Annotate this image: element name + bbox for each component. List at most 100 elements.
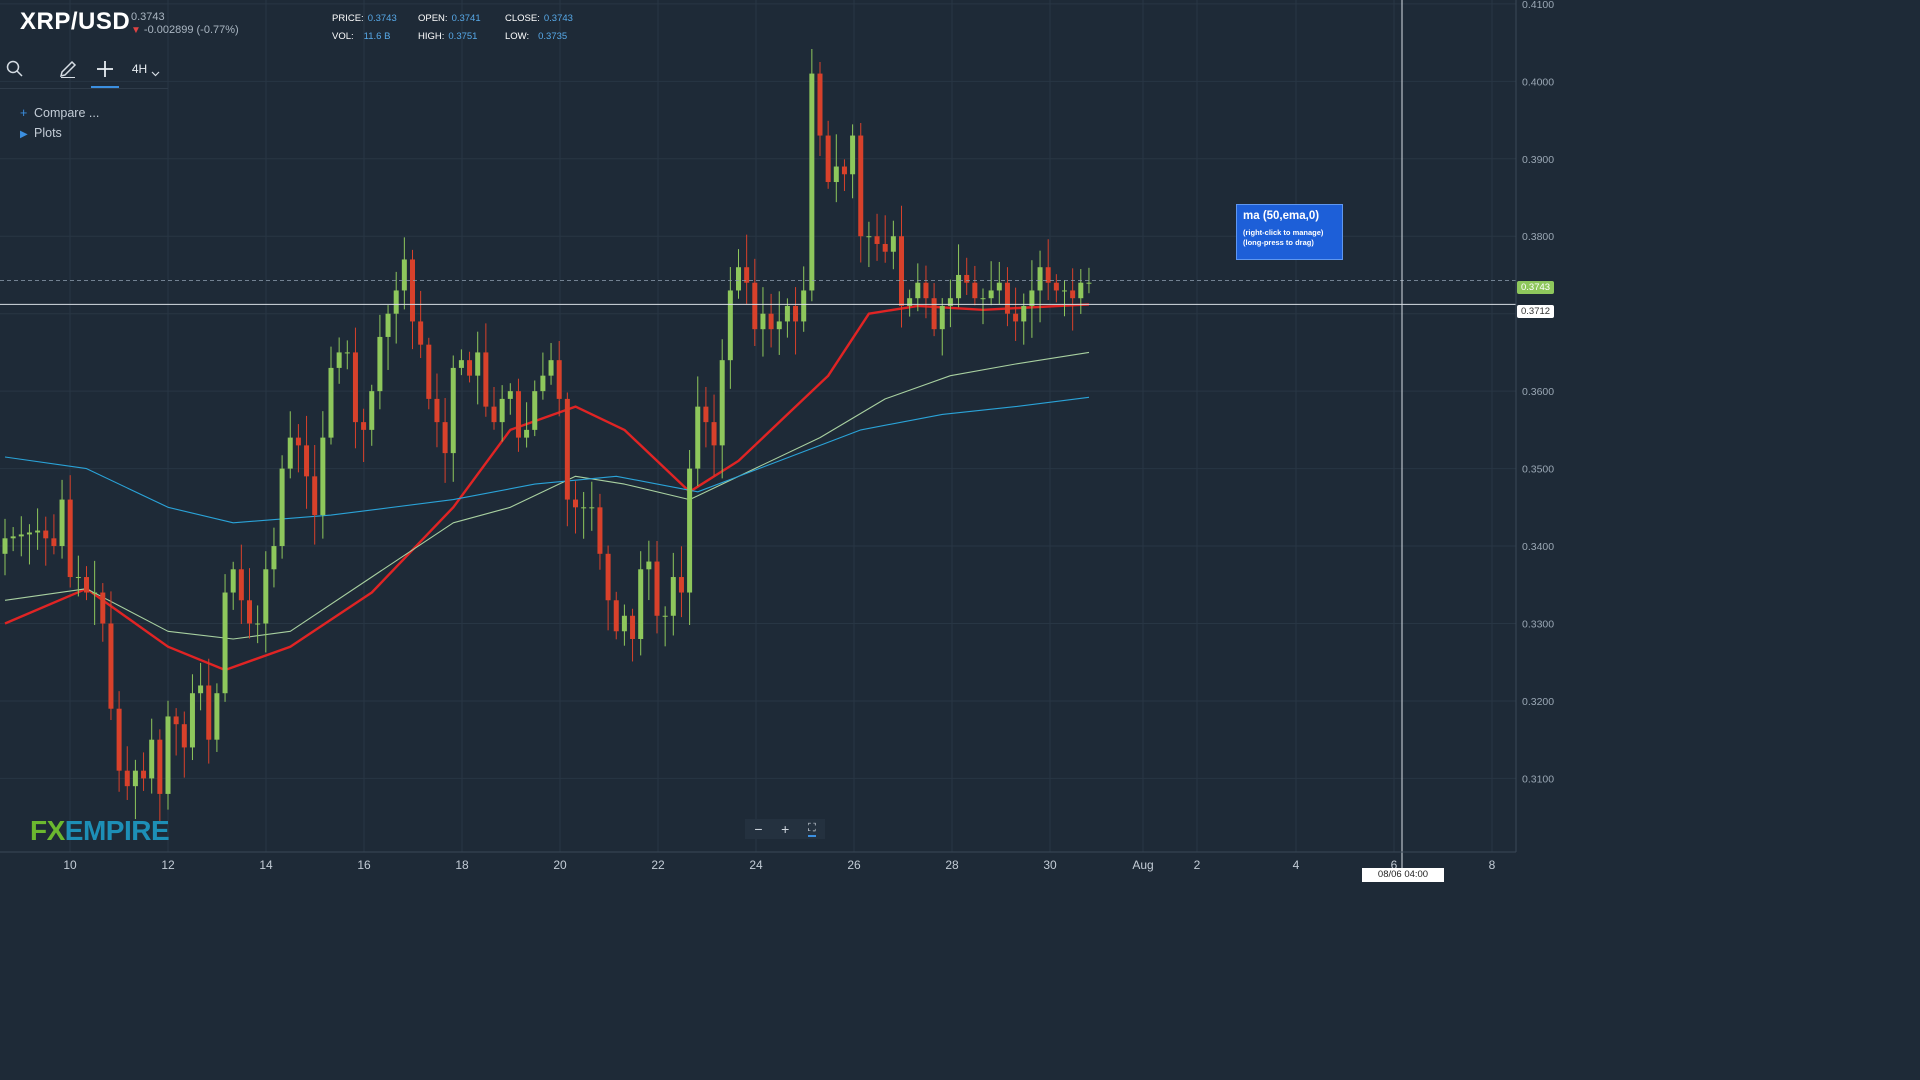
candle-body	[165, 716, 171, 794]
candle-body	[654, 561, 660, 616]
candle-body	[18, 534, 24, 537]
y-tick-label: 0.3400	[1522, 541, 1554, 553]
x-tick-label: 30	[1043, 858, 1057, 872]
candle-body	[890, 236, 896, 252]
candle-body	[923, 282, 929, 299]
candle-body	[776, 321, 782, 330]
candle-body	[222, 592, 228, 694]
y-tick-label: 0.3800	[1522, 231, 1554, 243]
candle-body	[393, 290, 399, 314]
candle-body	[1029, 290, 1035, 306]
candle-body	[43, 530, 49, 539]
candle-body	[597, 507, 603, 554]
stat-close: CLOSE: 0.3743	[505, 13, 573, 24]
candle-body	[287, 437, 293, 469]
candle-body	[630, 615, 636, 639]
x-tick-label: 18	[455, 858, 469, 872]
candle-body	[670, 577, 676, 616]
candle-body	[238, 569, 244, 601]
candle-body	[279, 468, 285, 547]
candle-body	[352, 352, 358, 423]
candle-body	[124, 770, 130, 787]
candle-body	[809, 73, 815, 291]
candle-body	[450, 367, 456, 454]
y-tick-label: 0.3100	[1522, 773, 1554, 785]
candle-body	[59, 499, 65, 547]
compare-button[interactable]: + Compare ...	[20, 103, 99, 123]
candle-body	[92, 592, 98, 594]
candle-body	[662, 615, 668, 617]
candle-body	[866, 236, 872, 238]
candle-body	[132, 770, 138, 787]
last-price-tag: 0.3743	[1517, 281, 1554, 294]
candlestick-series	[2, 49, 1092, 822]
zoom-out-button[interactable]: −	[754, 821, 762, 837]
candle-body	[198, 685, 204, 694]
candle-body	[817, 73, 823, 136]
fullscreen-icon[interactable]: ⛶	[807, 822, 816, 837]
candle-body	[51, 538, 57, 547]
candle-body	[84, 577, 89, 593]
y-tick-label: 0.3600	[1522, 386, 1554, 398]
timeframe-label: 4H	[131, 62, 148, 76]
y-tick-label: 0.3500	[1522, 464, 1554, 476]
candle-body	[458, 360, 464, 368]
candle-body	[564, 398, 570, 500]
candle-body	[157, 739, 163, 794]
candle-body	[833, 166, 839, 183]
candle-body	[581, 507, 587, 509]
candle-body	[1078, 282, 1084, 299]
candle-body	[401, 259, 407, 291]
candle-body	[687, 468, 693, 593]
candle-body	[841, 166, 847, 175]
y-tick-label: 0.3900	[1522, 154, 1554, 166]
crosshair-icon[interactable]	[91, 52, 119, 88]
search-icon[interactable]	[2, 52, 28, 86]
candle-body	[75, 577, 81, 579]
y-axis: 0.3100 0.3200 0.3300 0.3400 0.3500 0.3600 0.37…	[1515, 0, 1554, 852]
candle-body	[605, 553, 611, 601]
plots-button[interactable]: ▶ Plots	[20, 123, 99, 145]
candle-body	[442, 422, 448, 454]
plus-icon: +	[20, 106, 28, 120]
x-tick-label: 20	[553, 858, 567, 872]
candle-body	[874, 236, 880, 244]
zoom-in-button[interactable]: +	[781, 821, 789, 837]
candle-body	[361, 422, 367, 430]
candle-body	[328, 367, 334, 438]
candle-body	[434, 398, 440, 423]
candle-body	[703, 406, 709, 423]
candle-body	[141, 770, 147, 779]
tooltip-title: ma (50,ema,0)	[1243, 210, 1320, 222]
pencil-icon[interactable]	[54, 52, 82, 86]
candle-body	[980, 298, 986, 300]
candle-body	[768, 313, 774, 330]
crosshair-price-tag: 0.3712	[1517, 305, 1554, 318]
x-tick-label: 12	[161, 858, 175, 872]
candle-body	[1013, 313, 1019, 322]
timeframe-select[interactable]: 4H	[128, 52, 164, 86]
candle-body	[1062, 290, 1067, 292]
candle-body	[369, 391, 375, 430]
price-lines	[0, 0, 1516, 870]
y-tick-label: 0.4100	[1522, 0, 1554, 11]
stat-vol: VOL: 11.6 B	[332, 31, 391, 42]
candle-body	[1021, 305, 1027, 322]
price-change-value: -0.002899 (-0.77%)	[143, 24, 239, 36]
x-tick-label: 10	[63, 858, 77, 872]
candle-body	[939, 305, 945, 330]
tooltip-hint: (right-click to manage) (long-press to dr…	[1243, 228, 1324, 247]
candle-body	[695, 406, 701, 469]
x-tick-label: 28	[945, 858, 959, 872]
candle-body	[116, 708, 122, 771]
candle-body	[10, 536, 16, 539]
price-chart[interactable]: 0.3100 0.3200 0.3300 0.3400 0.3500 0.3600 0.37…	[0, 0, 1568, 882]
candle-body	[915, 282, 921, 299]
candle-body	[760, 313, 766, 330]
candle-body	[621, 615, 627, 632]
candle-body	[385, 313, 391, 337]
study-tooltip[interactable]: ma (50,ema,0) (right-click to manage) (lo…	[1236, 204, 1343, 260]
candle-body	[2, 538, 8, 554]
y-tick-label: 0.3200	[1522, 696, 1554, 708]
candle-body	[206, 685, 212, 740]
